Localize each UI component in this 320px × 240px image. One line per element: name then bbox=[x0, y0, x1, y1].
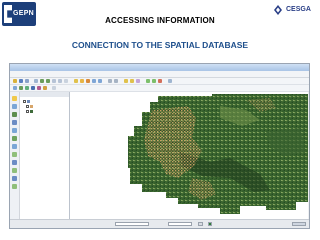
delete-icon[interactable] bbox=[12, 120, 17, 125]
cesga-logo: CESGA bbox=[272, 4, 316, 16]
merge-icon[interactable] bbox=[12, 136, 17, 141]
fill-ring-icon[interactable] bbox=[12, 176, 17, 181]
measure-icon[interactable] bbox=[92, 79, 96, 83]
layer-row-raster[interactable] bbox=[26, 109, 34, 113]
rotation-field[interactable] bbox=[198, 222, 203, 226]
map-tips-icon[interactable] bbox=[108, 79, 112, 83]
window-controls bbox=[286, 65, 307, 80]
scale-field[interactable] bbox=[168, 222, 192, 226]
zoom-out-icon[interactable] bbox=[46, 79, 50, 83]
layers-panel bbox=[20, 92, 70, 220]
cesga-logo-text: CESGA bbox=[286, 6, 311, 13]
identify-icon[interactable] bbox=[74, 79, 78, 83]
gis-application-window bbox=[9, 63, 310, 229]
split-icon[interactable] bbox=[12, 128, 17, 133]
simplify-icon[interactable] bbox=[12, 168, 17, 173]
render-checkbox[interactable] bbox=[208, 222, 212, 226]
measure-area-icon[interactable] bbox=[98, 79, 102, 83]
digitizing-side-toolbar bbox=[10, 92, 20, 220]
open-project-icon[interactable] bbox=[13, 79, 17, 83]
slide-subtitle: CONNECTION TO THE SPATIAL DATABASE bbox=[71, 40, 249, 50]
map-canvas[interactable] bbox=[70, 92, 308, 220]
layer-row-group[interactable] bbox=[23, 99, 31, 103]
new-layer-icon[interactable] bbox=[13, 86, 17, 90]
layer-row-polygons[interactable] bbox=[26, 104, 34, 108]
add-delimited-icon[interactable] bbox=[43, 86, 47, 90]
reshape-icon[interactable] bbox=[12, 144, 17, 149]
pan-icon[interactable] bbox=[34, 79, 38, 83]
crs-status-icon[interactable] bbox=[292, 222, 306, 226]
coordinate-field[interactable] bbox=[115, 222, 149, 226]
remove-layer-icon[interactable] bbox=[52, 86, 56, 90]
slide-title: ACCESSING INFORMATION bbox=[105, 16, 215, 25]
layer-group-icon bbox=[27, 99, 30, 103]
help-icon[interactable] bbox=[168, 79, 172, 83]
layer-visibility-checkbox[interactable] bbox=[26, 104, 29, 108]
plugin-2-icon[interactable] bbox=[152, 79, 156, 83]
plugin-3-icon[interactable] bbox=[158, 79, 162, 83]
layers-panel-header bbox=[20, 92, 69, 97]
layer-visibility-checkbox[interactable] bbox=[26, 109, 29, 113]
window-titlebar bbox=[10, 64, 309, 80]
annotation-icon[interactable] bbox=[136, 79, 140, 83]
offset-icon[interactable] bbox=[12, 160, 17, 165]
refresh-icon[interactable] bbox=[64, 79, 68, 83]
add-wms-icon[interactable] bbox=[37, 86, 41, 90]
label-pin-icon[interactable] bbox=[130, 79, 134, 83]
cesga-logo-mark bbox=[274, 5, 282, 15]
raster-icon bbox=[30, 109, 33, 113]
select-icon[interactable] bbox=[80, 79, 84, 83]
add-part-icon[interactable] bbox=[12, 184, 17, 189]
move-feature-icon[interactable] bbox=[12, 112, 17, 117]
map-render bbox=[128, 94, 308, 214]
zoom-in-icon[interactable] bbox=[40, 79, 44, 83]
deselect-icon[interactable] bbox=[86, 79, 90, 83]
layer-visibility-checkbox[interactable] bbox=[23, 99, 26, 103]
add-raster-icon[interactable] bbox=[25, 86, 29, 90]
rotate-icon[interactable] bbox=[12, 152, 17, 157]
main-toolbar bbox=[10, 78, 309, 85]
vector-polygon-icon bbox=[30, 104, 33, 108]
bookmark-icon[interactable] bbox=[114, 79, 118, 83]
save-project-icon[interactable] bbox=[19, 79, 23, 83]
layer-toolbar bbox=[10, 85, 309, 92]
print-icon[interactable] bbox=[25, 79, 29, 83]
menu-bar bbox=[10, 71, 309, 78]
node-tool-icon[interactable] bbox=[12, 104, 17, 109]
status-bar bbox=[10, 219, 309, 228]
plugin-icon[interactable] bbox=[146, 79, 150, 83]
zoom-layer-icon[interactable] bbox=[58, 79, 62, 83]
add-vector-icon[interactable] bbox=[19, 86, 23, 90]
zoom-full-icon[interactable] bbox=[52, 79, 56, 83]
label-icon[interactable] bbox=[124, 79, 128, 83]
digitize-icon[interactable] bbox=[12, 96, 17, 101]
add-database-layer-icon[interactable] bbox=[31, 86, 35, 90]
